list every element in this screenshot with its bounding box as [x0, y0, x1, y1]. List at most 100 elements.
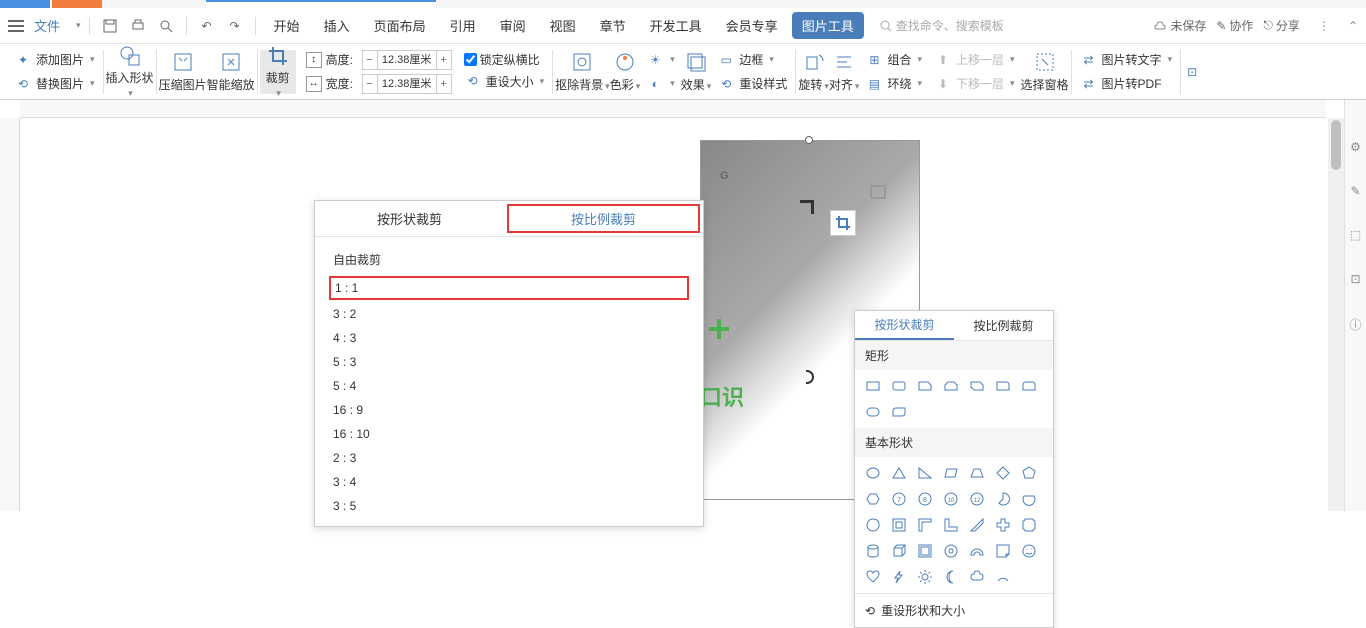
insert-shape-button[interactable]: 插入形状▾	[106, 50, 154, 94]
command-search[interactable]: 查找命令、搜索模板	[880, 17, 1004, 34]
rotate-handle[interactable]	[805, 136, 813, 144]
border-button[interactable]: ▭边框▾	[717, 49, 787, 71]
crop-button[interactable]: 裁剪▾	[260, 50, 296, 94]
shape-dodecagon[interactable]: 12	[967, 489, 987, 509]
shape-snip-diag[interactable]	[967, 376, 987, 396]
shape-moon[interactable]	[941, 567, 961, 587]
side-style-icon[interactable]: ✎	[1350, 184, 1360, 198]
pic-to-pdf-button[interactable]: ⇄图片转PDF	[1080, 73, 1173, 95]
move-up-button[interactable]: ⬆上移一层▾	[934, 49, 1015, 71]
contrast-button[interactable]: ◐▾	[646, 73, 675, 95]
width-spinner[interactable]: − 12.38厘米 +	[362, 74, 452, 94]
width-value[interactable]: 12.38厘米	[377, 75, 437, 93]
shape-round-diag2[interactable]	[889, 402, 909, 422]
shape-cross[interactable]	[993, 515, 1013, 535]
shape-rounded-rect[interactable]	[889, 376, 909, 396]
menu-picture-tools[interactable]: 图片工具	[792, 12, 864, 39]
shape-parallelogram[interactable]	[941, 463, 961, 483]
print-icon[interactable]	[126, 14, 150, 38]
reset-size-button[interactable]: ⟲重设大小▾	[464, 70, 545, 92]
collab-button[interactable]: ✎ 协作	[1216, 17, 1253, 34]
crop-ratio-1-1[interactable]: 1 : 1	[329, 276, 689, 300]
shape-diag-stripe[interactable]	[967, 515, 987, 535]
shape-frame[interactable]	[889, 515, 909, 535]
wrap-button[interactable]: ▤环绕▾	[865, 73, 922, 95]
shape-block-arc[interactable]	[967, 541, 987, 561]
shape-round-diag[interactable]	[863, 402, 883, 422]
move-down-button[interactable]: ⬇下移一层▾	[934, 73, 1015, 95]
side-select-icon[interactable]: ⬚	[1350, 228, 1361, 242]
menu-file[interactable]: 文件	[34, 16, 60, 35]
shape-hexagon[interactable]	[863, 489, 883, 509]
add-image-button[interactable]: ✦添加图片▾	[14, 49, 95, 71]
scroll-thumb[interactable]	[1331, 120, 1341, 170]
crop-ratio-4-3[interactable]: 4 : 3	[315, 326, 703, 350]
brightness-button[interactable]: ☀▾	[646, 49, 675, 71]
menu-review[interactable]: 审阅	[490, 10, 536, 41]
shape-pie[interactable]	[993, 489, 1013, 509]
crop-ratio-5-3[interactable]: 5 : 3	[315, 350, 703, 374]
width-decrease[interactable]: −	[363, 78, 377, 90]
menu-view[interactable]: 视图	[540, 10, 586, 41]
crop-tab-ratio[interactable]: 按比例裁剪	[507, 204, 700, 233]
shape-donut[interactable]	[941, 541, 961, 561]
shape-folded-corner[interactable]	[993, 541, 1013, 561]
select-pane-button[interactable]: 选择窗格	[1021, 50, 1069, 94]
shape-oval[interactable]	[863, 463, 883, 483]
crop-floating-button[interactable]	[830, 210, 856, 236]
file-dropdown-icon[interactable]: ▾	[76, 20, 81, 31]
shape-heart[interactable]	[863, 567, 883, 587]
shape-smiley[interactable]	[1019, 541, 1039, 561]
scrollbar-vertical[interactable]	[1328, 118, 1344, 511]
shape-snip2-rect[interactable]	[941, 376, 961, 396]
shape-sun[interactable]	[915, 567, 935, 587]
effect-button[interactable]: 效果▾	[681, 50, 712, 94]
shape-snip-rect[interactable]	[915, 376, 935, 396]
shape-tab-shape[interactable]: 按形状裁剪	[855, 311, 954, 340]
shape-diamond[interactable]	[993, 463, 1013, 483]
shape-rt-triangle[interactable]	[915, 463, 935, 483]
menu-member[interactable]: 会员专享	[716, 10, 788, 41]
group-button[interactable]: ⊞组合▾	[865, 49, 922, 71]
shape-lightning[interactable]	[889, 567, 909, 587]
menu-devtools[interactable]: 开发工具	[640, 10, 712, 41]
height-increase[interactable]: +	[437, 54, 451, 66]
side-help-icon[interactable]: ⓘ	[1349, 316, 1361, 333]
menu-reference[interactable]: 引用	[440, 10, 486, 41]
height-spinner[interactable]: − 12.38厘米 +	[362, 50, 452, 70]
shape-round-single[interactable]	[993, 376, 1013, 396]
unsaved-status[interactable]: 未保存	[1153, 17, 1206, 34]
crop-ratio-5-4[interactable]: 5 : 4	[315, 374, 703, 398]
undo-icon[interactable]: ↶	[195, 14, 219, 38]
shape-heptagon[interactable]: 7	[889, 489, 909, 509]
width-increase[interactable]: +	[437, 78, 451, 90]
shape-trapezoid[interactable]	[967, 463, 987, 483]
shape-chord[interactable]	[1019, 489, 1039, 509]
smart-resize-button[interactable]: 智能缩放	[207, 50, 255, 94]
shape-can[interactable]	[863, 541, 883, 561]
menu-section[interactable]: 章节	[590, 10, 636, 41]
share-button[interactable]: ⎋ 分享	[1263, 17, 1300, 34]
align-button[interactable]: 对齐▾	[829, 50, 860, 94]
reset-style-button[interactable]: ⟲重设样式	[717, 73, 787, 95]
shape-bevel[interactable]	[915, 541, 935, 561]
collapse-icon[interactable]: ⌃	[1348, 19, 1358, 33]
shape-round-same[interactable]	[1019, 376, 1039, 396]
crop-ratio-3-5[interactable]: 3 : 5	[315, 494, 703, 518]
redo-icon[interactable]: ↷	[223, 14, 247, 38]
menu-start[interactable]: 开始	[264, 10, 310, 41]
hamburger-icon[interactable]	[8, 20, 24, 32]
tab-2[interactable]	[52, 0, 102, 8]
menu-layout[interactable]: 页面布局	[364, 10, 436, 41]
shape-pentagon[interactable]	[1019, 463, 1039, 483]
height-decrease[interactable]: −	[363, 54, 377, 66]
shape-reset-button[interactable]: ⟲ 重设形状和大小	[855, 593, 1053, 627]
tab-1[interactable]	[0, 0, 50, 8]
pic-to-text-button[interactable]: ⇄图片转文字▾	[1080, 49, 1173, 71]
menu-insert[interactable]: 插入	[314, 10, 360, 41]
crop-ratio-16-9[interactable]: 16 : 9	[315, 398, 703, 422]
side-settings-icon[interactable]: ⚙	[1350, 140, 1361, 154]
shape-plaque[interactable]	[1019, 515, 1039, 535]
shape-decagon[interactable]: 10	[941, 489, 961, 509]
shape-cube[interactable]	[889, 541, 909, 561]
